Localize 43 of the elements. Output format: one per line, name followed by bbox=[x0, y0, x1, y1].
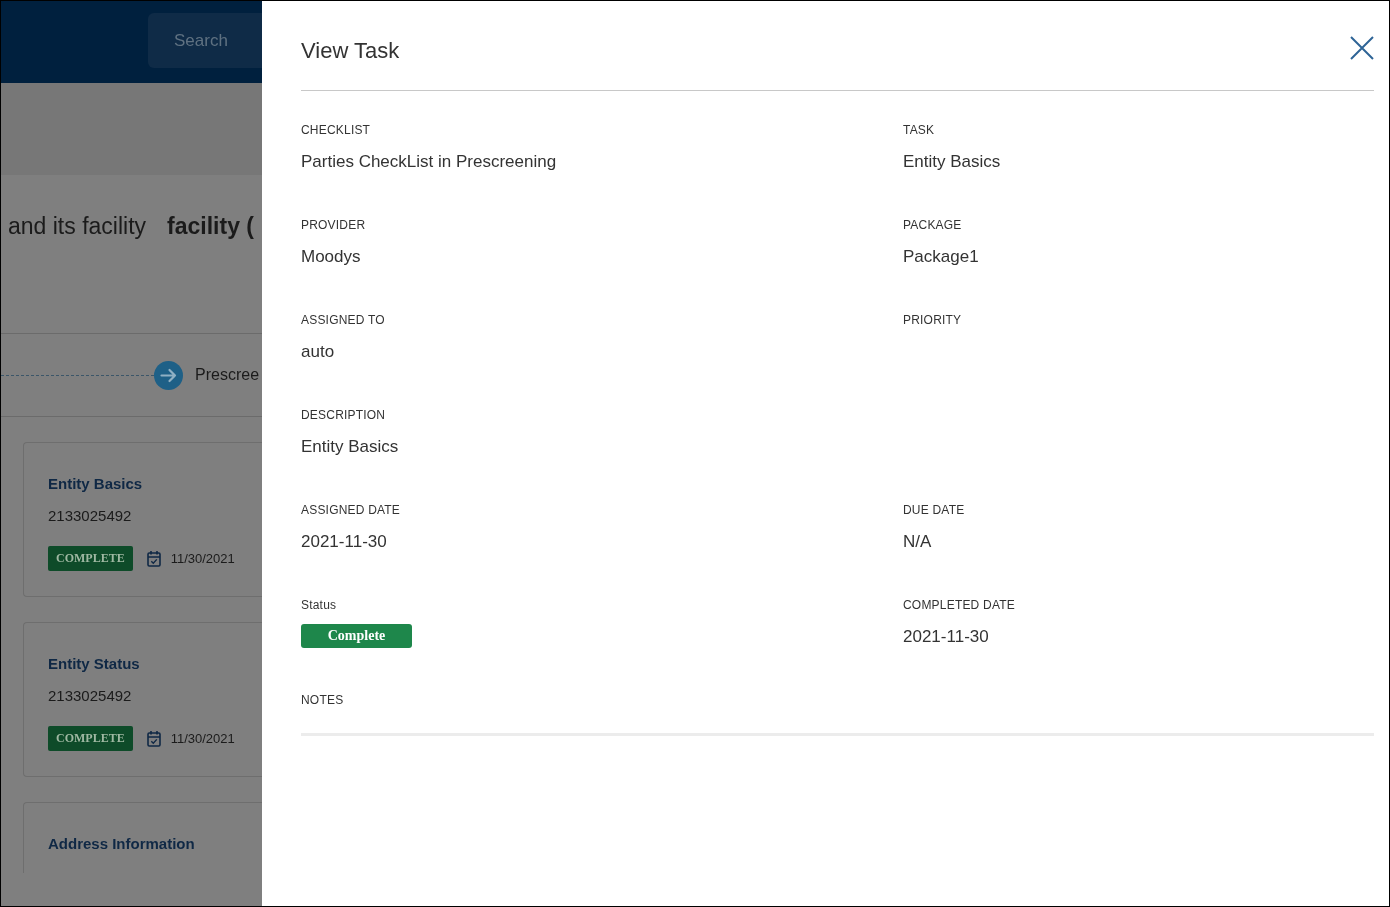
card-number: 2133025492 bbox=[48, 686, 132, 706]
facility-heading: facility ( bbox=[167, 212, 254, 241]
close-icon bbox=[1350, 36, 1374, 60]
section-heading: and its facility bbox=[8, 212, 147, 241]
card-date: 11/30/2021 bbox=[170, 731, 235, 746]
calendar-check-icon bbox=[146, 730, 161, 747]
task-card[interactable]: Entity Basics 2133025492 COMPLETE 11/30/2021 bbox=[23, 442, 262, 597]
card-number: 2133025492 bbox=[48, 506, 132, 526]
field-label: TASK bbox=[903, 122, 936, 138]
field-label: CHECKLIST bbox=[301, 122, 372, 138]
field-label: DUE DATE bbox=[903, 502, 966, 518]
calendar-check-icon bbox=[146, 550, 161, 567]
search-field[interactable]: Search bbox=[148, 13, 262, 68]
field-label: Status bbox=[301, 597, 338, 613]
field-value: auto bbox=[301, 341, 336, 363]
status-badge: COMPLETE bbox=[48, 546, 133, 571]
field-value: Parties CheckList in Prescreening bbox=[301, 151, 558, 173]
card-title: Entity Status bbox=[48, 654, 140, 674]
field-label: ASSIGNED TO bbox=[301, 312, 386, 328]
field-label: ASSIGNED DATE bbox=[301, 502, 402, 518]
close-button[interactable] bbox=[1350, 36, 1374, 60]
field-label: PRIORITY bbox=[903, 312, 963, 328]
field-value: N/A bbox=[903, 531, 933, 553]
card-title: Entity Basics bbox=[48, 474, 143, 494]
step-label: Prescree bbox=[195, 366, 260, 384]
status-badge: COMPLETE bbox=[48, 726, 133, 751]
field-label: NOTES bbox=[301, 692, 345, 708]
field-label: PROVIDER bbox=[301, 217, 367, 233]
field-value: Package1 bbox=[903, 246, 980, 268]
card-title: Address Information bbox=[48, 834, 195, 854]
card-date: 11/30/2021 bbox=[170, 551, 235, 566]
field-label: COMPLETED DATE bbox=[903, 597, 1016, 613]
arrow-circle-icon bbox=[154, 360, 183, 390]
field-label: PACKAGE bbox=[903, 217, 963, 233]
field-label: DESCRIPTION bbox=[301, 407, 387, 423]
status-badge: Complete bbox=[301, 624, 412, 648]
task-card[interactable]: Entity Status 2133025492 COMPLETE 11/30/2021 bbox=[23, 622, 262, 777]
field-value: Entity Basics bbox=[301, 436, 400, 458]
field-value: Entity Basics bbox=[903, 151, 1002, 173]
field-value: Moodys bbox=[301, 246, 362, 268]
panel-title: View Task bbox=[301, 37, 400, 65]
field-value: 2021-11-30 bbox=[903, 626, 990, 648]
field-value: 2021-11-30 bbox=[301, 531, 388, 553]
